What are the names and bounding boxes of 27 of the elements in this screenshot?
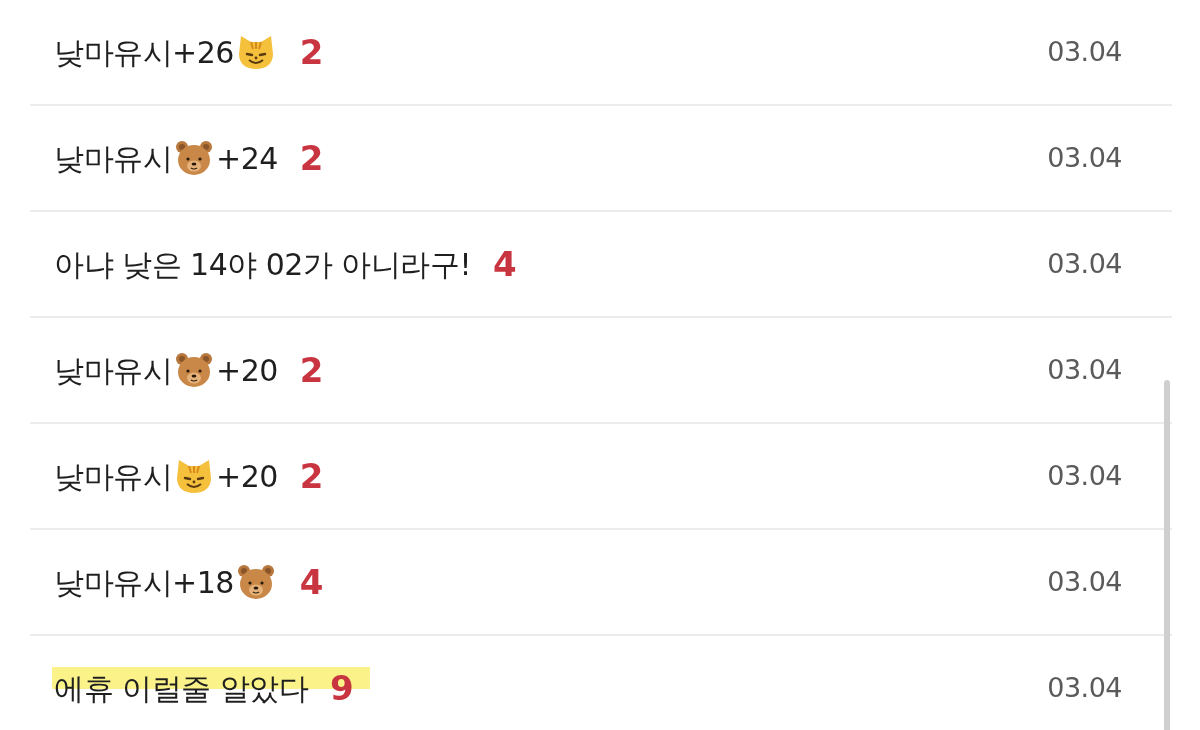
post-title[interactable]: 아냐 낮은 14야 02가 아니라구! <box>54 241 472 287</box>
comment-count: 2 <box>299 136 324 180</box>
bear-face-icon <box>235 562 276 602</box>
post-title[interactable]: 낮마유시 <box>54 135 172 181</box>
post-title[interactable]: +20 <box>216 347 278 393</box>
post-title[interactable]: 낮마유시 <box>54 347 172 393</box>
post-date: 03.04 <box>1047 670 1122 705</box>
comment-count: 2 <box>299 348 324 392</box>
post-title[interactable]: +20 <box>216 453 278 499</box>
post-date: 03.04 <box>1047 458 1122 493</box>
bear-face-icon <box>174 138 214 178</box>
post-title[interactable]: +24 <box>216 135 278 181</box>
post-date: 03.04 <box>1047 246 1122 281</box>
post-date: 03.04 <box>1047 140 1122 175</box>
comment-count: 2 <box>299 30 324 74</box>
bear-face-icon <box>174 350 214 390</box>
post-date: 03.04 <box>1047 352 1122 387</box>
post-date: 03.04 <box>1047 34 1122 69</box>
post-title[interactable]: 낮마유시 <box>54 453 172 499</box>
scrollbar[interactable] <box>1164 380 1170 730</box>
post-title[interactable]: 낮마유시+26 <box>54 29 234 75</box>
post-title[interactable]: 에휴 이럴줄 알았다 <box>54 665 309 711</box>
comment-count: 4 <box>299 560 324 604</box>
post-title[interactable]: 낮마유시+18 <box>54 559 234 605</box>
post-date: 03.04 <box>1047 564 1122 599</box>
comment-count: 4 <box>493 242 517 286</box>
comment-count: 2 <box>299 454 324 498</box>
